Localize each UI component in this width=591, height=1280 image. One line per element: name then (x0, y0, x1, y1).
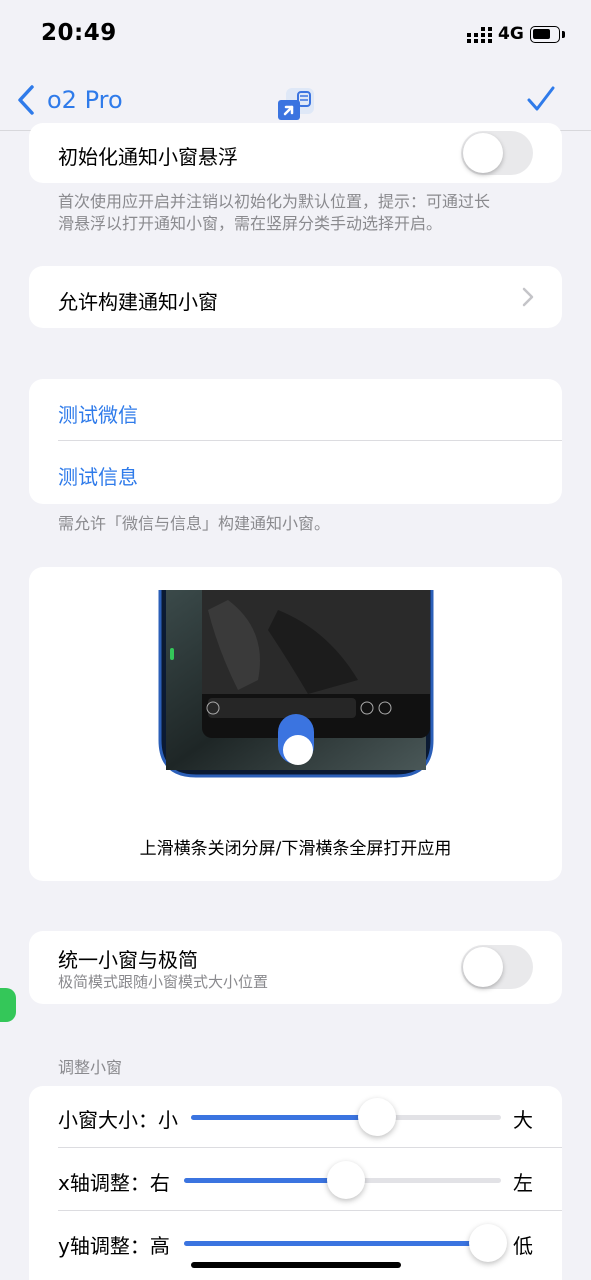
checkmark-icon[interactable] (526, 84, 556, 114)
pip-app-icon (278, 88, 314, 120)
unify-toggle[interactable] (461, 945, 533, 989)
floating-window-handle[interactable] (0, 988, 16, 1022)
toggle-knob (463, 947, 503, 987)
size-slider-fill (191, 1115, 377, 1120)
y-slider-label: y轴调整：高 (58, 1234, 170, 1258)
row-separator (58, 1147, 562, 1148)
signal-icon (467, 27, 492, 43)
chevron-right-icon (522, 287, 534, 307)
size-slider[interactable] (191, 1115, 501, 1120)
phone-preview-image (158, 590, 434, 778)
allow-build-label: 允许构建通知小窗 (58, 290, 218, 314)
status-time: 20:49 (41, 20, 117, 46)
adjust-header: 调整小窗 (58, 1058, 123, 1077)
x-slider-end: 左 (513, 1171, 533, 1195)
battery-cap (562, 31, 565, 38)
test-message-button[interactable]: 测试信息 (58, 461, 138, 490)
x-slider-fill (184, 1178, 346, 1183)
init-float-footnote-1: 首次使用应开启并注销以初始化为默认位置，提示：可通过长 (58, 192, 491, 211)
init-float-label: 初始化通知小窗悬浮 (58, 145, 238, 169)
network-type: 4G (498, 24, 524, 44)
x-slider-knob[interactable] (326, 1161, 365, 1199)
battery-icon (530, 26, 560, 43)
y-slider-fill (184, 1241, 489, 1246)
init-float-toggle[interactable] (461, 131, 533, 175)
row-separator (58, 1210, 562, 1211)
toggle-knob (463, 133, 503, 173)
test-wechat-button[interactable]: 测试微信 (58, 399, 138, 428)
row-separator (58, 440, 562, 441)
unify-subtitle: 极简模式跟随小窗模式大小位置 (58, 973, 269, 991)
unify-title: 统一小窗与极简 (58, 948, 198, 972)
chevron-left-icon[interactable] (16, 84, 40, 116)
size-slider-end: 大 (513, 1108, 533, 1132)
test-footnote: 需允许「微信与信息」构建通知小窗。 (58, 514, 331, 533)
size-slider-label: 小窗大小：小 (58, 1108, 178, 1132)
init-float-footnote-2: 滑悬浮以打开通知小窗，需在竖屏分类手动选择开启。 (58, 214, 443, 233)
y-slider-end: 低 (513, 1234, 533, 1258)
size-slider-knob[interactable] (358, 1098, 396, 1136)
home-indicator (191, 1262, 401, 1268)
x-slider-label: x轴调整：右 (58, 1171, 170, 1195)
back-button[interactable]: o2 Pro (47, 86, 123, 114)
y-slider[interactable] (184, 1241, 501, 1246)
preview-caption: 上滑横条关闭分屏/下滑横条全屏打开应用 (139, 839, 452, 859)
